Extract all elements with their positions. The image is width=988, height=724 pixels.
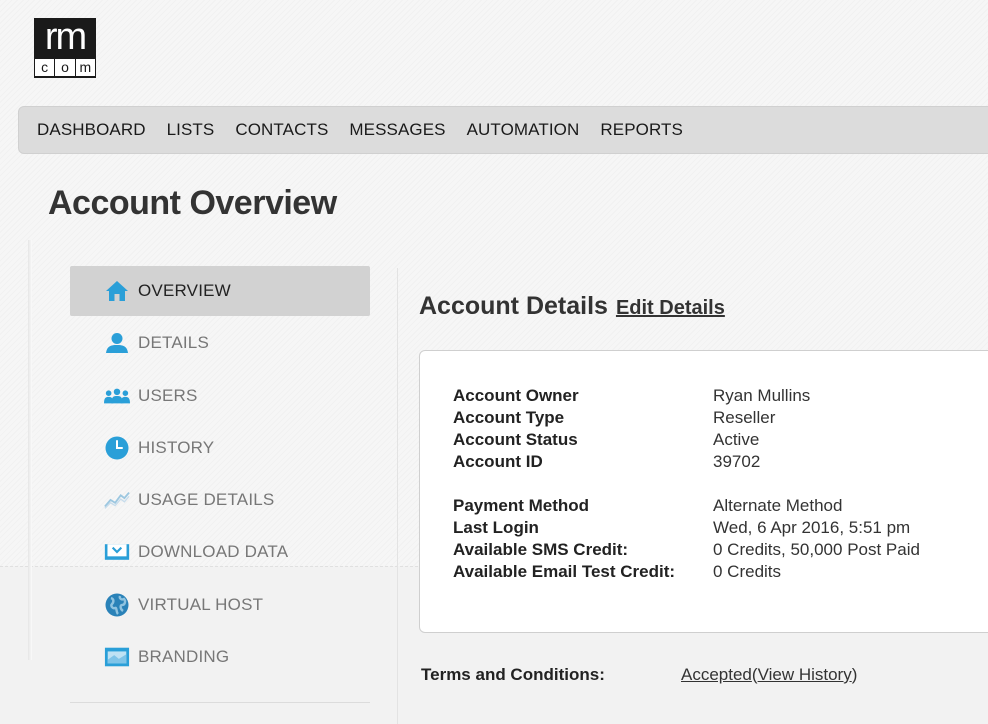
detail-value: Wed, 6 Apr 2016, 5:51 pm xyxy=(713,518,911,537)
branding-icon xyxy=(104,644,130,670)
nav-contacts[interactable]: CONTACTS xyxy=(235,120,328,140)
globe-icon xyxy=(104,592,130,618)
detail-value: 0 Credits, 50,000 Post Paid xyxy=(713,540,920,559)
paren-close: ) xyxy=(851,665,858,684)
sidebar-item-branding[interactable]: BRANDING xyxy=(70,632,370,682)
sidebar-item-label: USAGE DETAILS xyxy=(138,490,275,510)
detail-value: Ryan Mullins xyxy=(713,386,811,405)
detail-value: Reseller xyxy=(713,408,776,427)
logo-letter: o xyxy=(55,59,75,76)
clock-icon xyxy=(104,435,130,461)
detail-row: Last Login Wed, 6 Apr 2016, 5:51 pm xyxy=(453,517,988,539)
sidebar-item-label: BRANDING xyxy=(138,647,230,667)
terms-row: Terms and Conditions: Accepted(View Hist… xyxy=(421,665,857,685)
user-icon xyxy=(104,330,130,356)
detail-row: Account Type Reseller xyxy=(453,407,988,429)
detail-row: Available SMS Credit: 0 Credits, 50,000 … xyxy=(453,539,988,561)
sidebar-item-usage-details[interactable]: USAGE DETAILS xyxy=(70,475,370,525)
logo-letter: c xyxy=(35,59,55,76)
detail-label: Available Email Test Credit: xyxy=(453,562,676,581)
terms-accepted-link[interactable]: Accepted xyxy=(681,665,752,684)
logo[interactable]: rm c o m xyxy=(34,18,96,78)
sidebar-item-label: HISTORY xyxy=(138,437,215,457)
terms-value: Accepted(View History) xyxy=(681,665,857,685)
detail-row: Account ID 39702 xyxy=(453,451,988,473)
detail-value: 39702 xyxy=(713,452,761,471)
detail-row: Available Email Test Credit: 0 Credits xyxy=(453,561,988,583)
nav-automation[interactable]: AUTOMATION xyxy=(467,120,580,140)
detail-row: Payment Method Alternate Method xyxy=(453,495,988,517)
sidebar-item-label: VIRTUAL HOST xyxy=(138,594,264,614)
users-icon xyxy=(104,383,130,409)
nav-dashboard[interactable]: DASHBOARD xyxy=(37,120,146,140)
account-details-card: Account Owner Ryan Mullins Account Type … xyxy=(419,350,988,633)
sidebar-item-label: OVERVIEW xyxy=(138,281,231,300)
nav-messages[interactable]: MESSAGES xyxy=(349,120,445,140)
sidebar-item-history[interactable]: HISTORY xyxy=(70,423,370,473)
logo-subtext: c o m xyxy=(35,59,95,77)
line-chart-icon xyxy=(104,487,130,513)
nav-lists[interactable]: LISTS xyxy=(167,120,215,140)
sidebar: OVERVIEW DETAILS USERS HISTORY USAGE DET… xyxy=(70,266,370,684)
logo-text: rm xyxy=(44,16,87,58)
sidebar-item-virtual-host[interactable]: VIRTUAL HOST xyxy=(70,580,370,630)
sidebar-divider xyxy=(70,702,370,703)
detail-label: Account Status xyxy=(453,430,578,449)
edit-details-link[interactable]: Edit Details xyxy=(616,297,725,320)
detail-value: 0 Credits xyxy=(713,562,782,581)
detail-label: Available SMS Credit: xyxy=(453,540,629,559)
sidebar-item-overview[interactable]: OVERVIEW xyxy=(70,266,370,316)
sidebar-item-label: USERS xyxy=(138,385,198,405)
sidebar-item-details[interactable]: DETAILS xyxy=(70,318,370,368)
detail-label: Account Owner xyxy=(453,386,579,405)
main-nav: DASHBOARD LISTS CONTACTS MESSAGES AUTOMA… xyxy=(18,106,988,154)
left-divider xyxy=(28,240,32,660)
sidebar-item-download-data[interactable]: DOWNLOAD DATA xyxy=(70,527,370,577)
download-icon xyxy=(104,539,130,565)
sidebar-item-label: DETAILS xyxy=(138,333,209,353)
view-history-link[interactable]: View History xyxy=(758,665,852,684)
detail-value: Alternate Method xyxy=(713,496,843,515)
home-icon xyxy=(104,278,130,304)
nav-reports[interactable]: REPORTS xyxy=(600,120,683,140)
sidebar-item-users[interactable]: USERS xyxy=(70,371,370,421)
section-title: Account Details xyxy=(419,292,608,320)
account-details-heading: Account Details Edit Details xyxy=(419,292,725,321)
logo-letter: m xyxy=(75,59,95,76)
page-title: Account Overview xyxy=(48,184,337,222)
detail-label: Account ID xyxy=(453,452,543,471)
detail-value: Active xyxy=(713,430,760,449)
detail-label: Payment Method xyxy=(453,496,590,515)
terms-label: Terms and Conditions: xyxy=(421,665,605,684)
sidebar-item-label: DOWNLOAD DATA xyxy=(138,542,289,562)
detail-row: Account Owner Ryan Mullins xyxy=(453,385,988,407)
detail-row: Account Status Active xyxy=(453,429,988,451)
column-divider xyxy=(397,268,398,724)
detail-label: Account Type xyxy=(453,408,565,427)
detail-label: Last Login xyxy=(453,518,539,537)
